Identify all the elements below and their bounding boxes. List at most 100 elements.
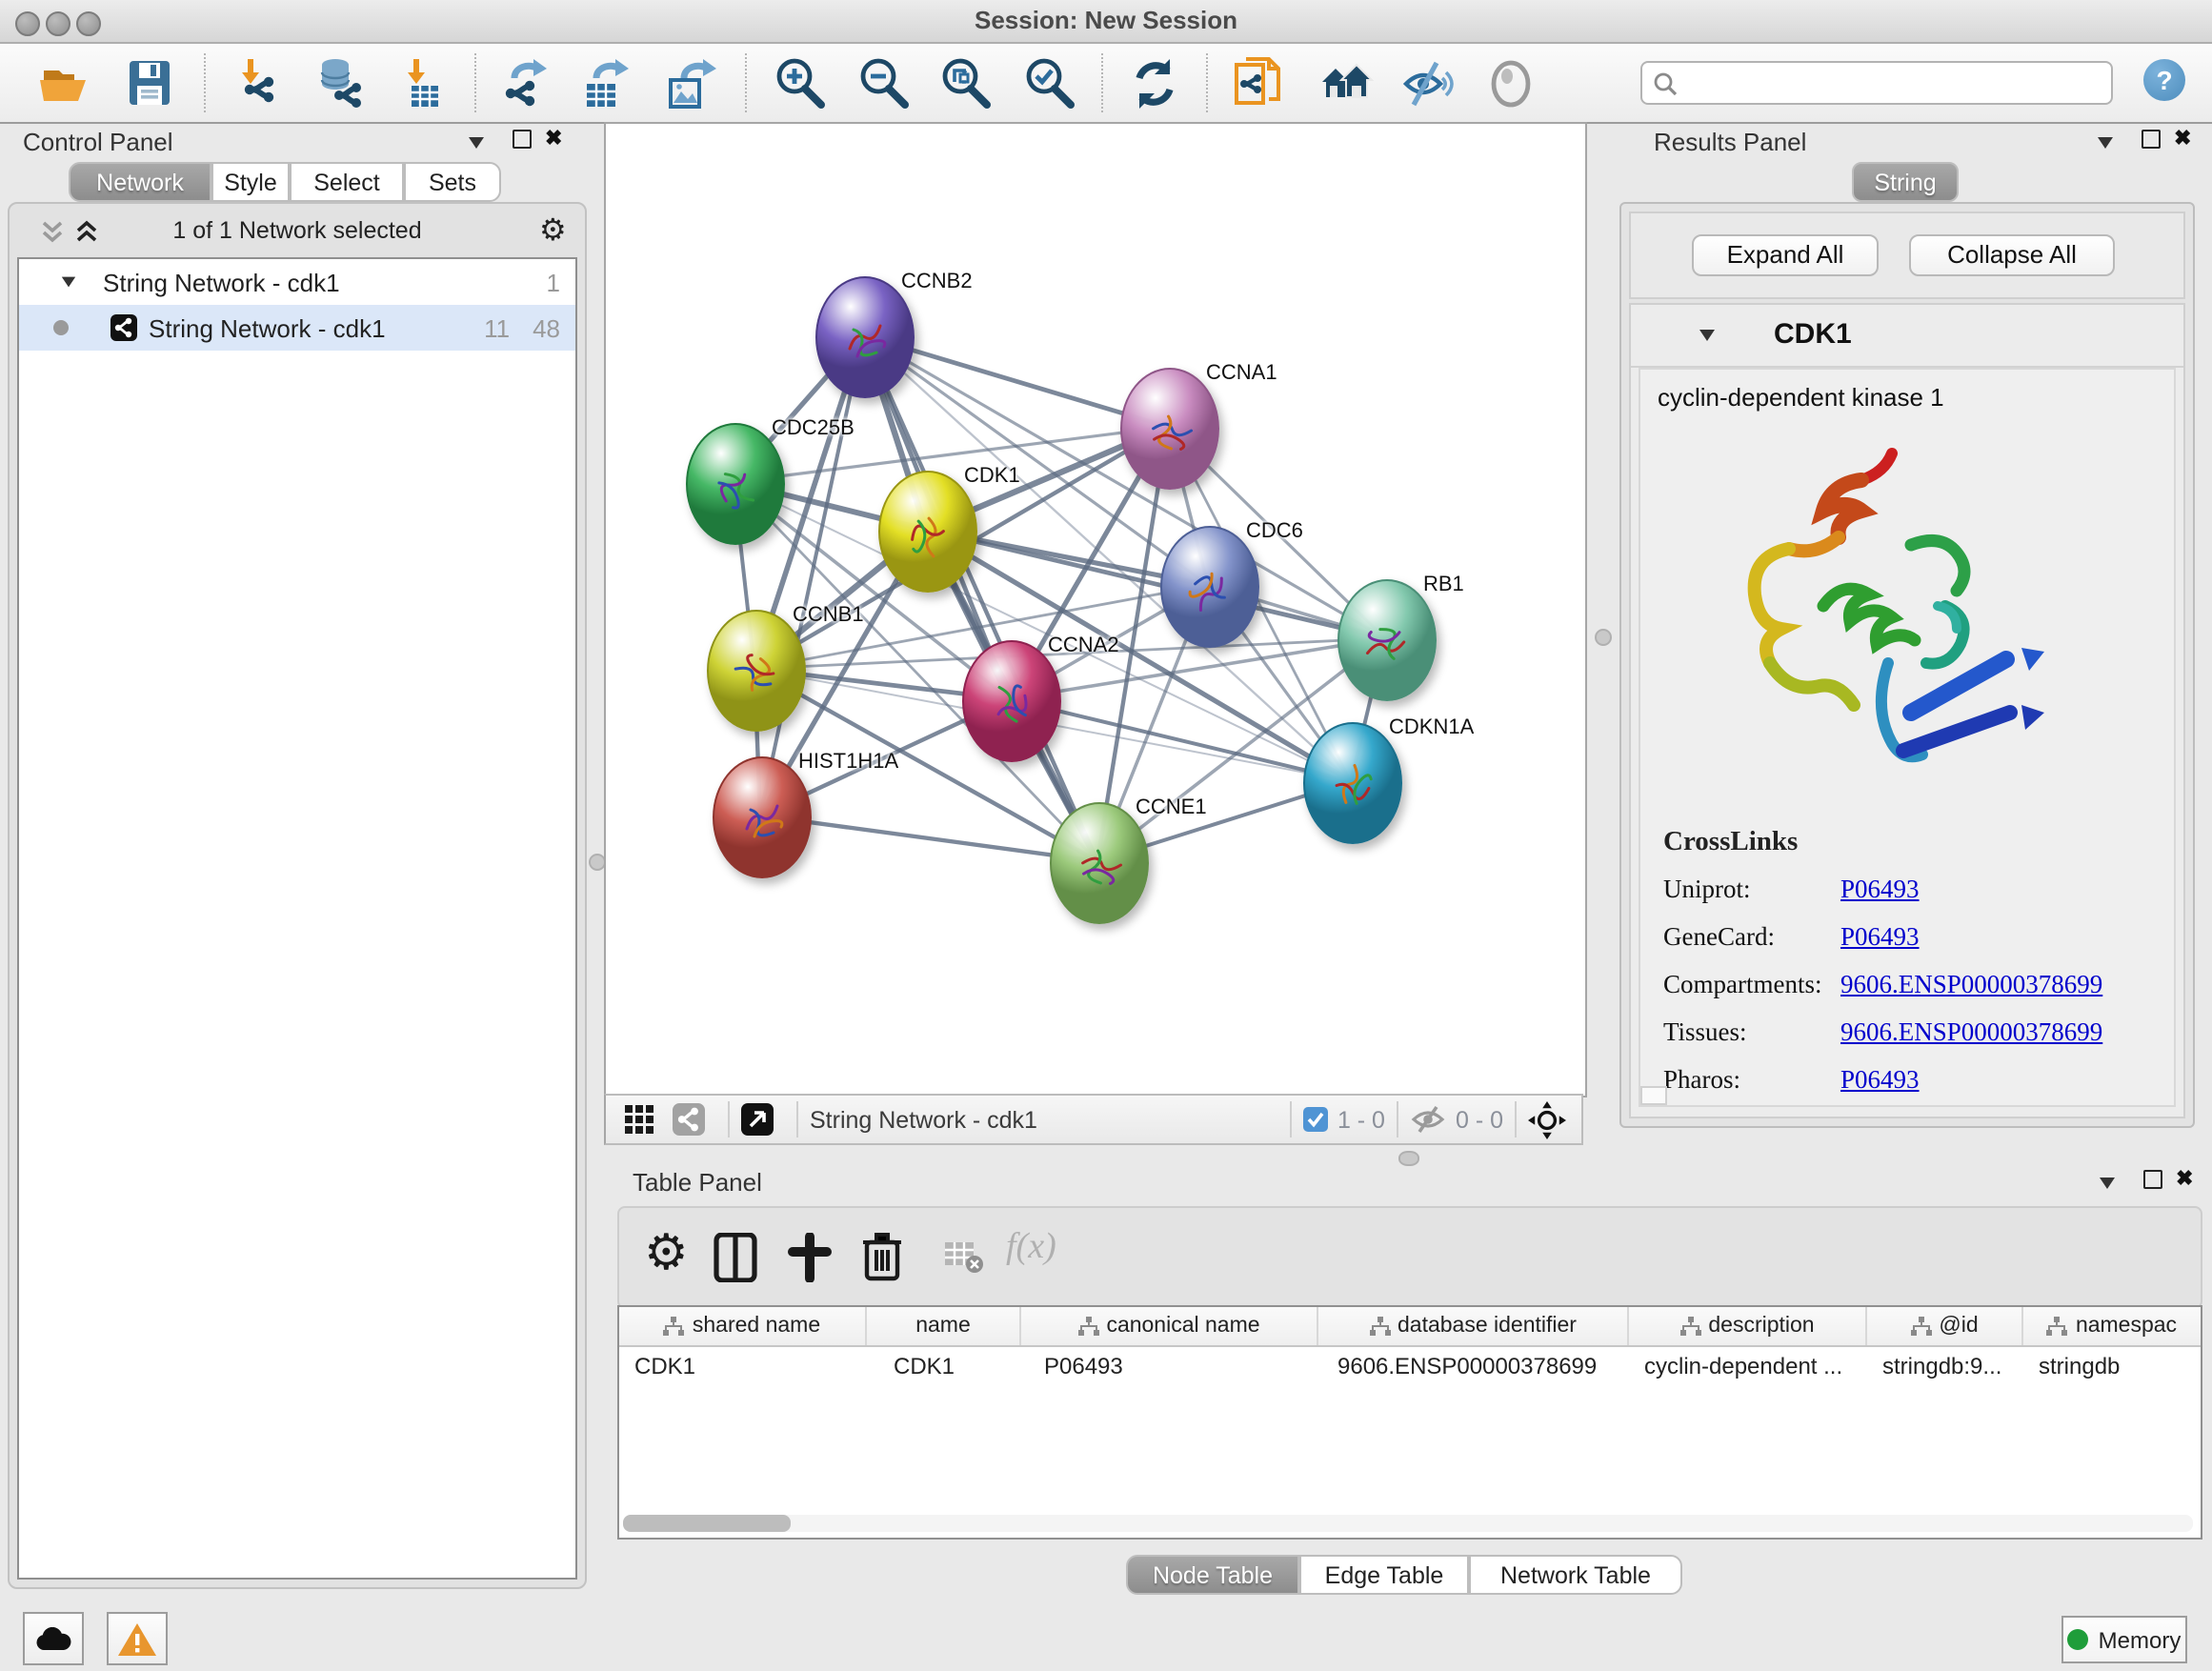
network-node-ccna2[interactable]	[962, 640, 1061, 762]
collapse-all-button[interactable]: Collapse All	[1909, 234, 2115, 276]
help-icon[interactable]: ?	[2143, 59, 2185, 101]
warning-status-button[interactable]	[107, 1612, 168, 1665]
crosslink-link[interactable]: P06493	[1840, 875, 1920, 905]
network-canvas[interactable]: CCNB2CCNA1CDC25BCDK1CDC6RB1CCNB1CCNA2CDK…	[604, 122, 1587, 1097]
hide-panels-icon[interactable]	[1398, 55, 1456, 112]
results-panel-float-icon[interactable]	[2098, 137, 2113, 149]
tab-style[interactable]: Style	[211, 162, 290, 202]
result-entry-header[interactable]: CDK1	[1631, 305, 2183, 368]
results-scrollbar-stub[interactable]	[1640, 1086, 1667, 1105]
cell-name[interactable]: CDK1	[867, 1353, 1021, 1379]
detach-view-icon[interactable]	[741, 1103, 774, 1136]
search-input[interactable]	[1684, 68, 2111, 98]
network-options-gear-icon[interactable]: ⚙	[539, 211, 567, 250]
cloud-status-button[interactable]	[23, 1612, 84, 1665]
import-table-icon[interactable]	[394, 55, 452, 112]
tab-select[interactable]: Select	[290, 162, 404, 202]
import-network-file-icon[interactable]	[229, 55, 286, 112]
column-header[interactable]: description	[1629, 1307, 1867, 1345]
share-document-icon[interactable]	[1231, 55, 1288, 112]
create-column-icon[interactable]	[787, 1233, 833, 1282]
save-session-icon[interactable]	[122, 55, 179, 112]
network-list-view-icon[interactable]	[673, 1103, 705, 1136]
home-icon[interactable]	[1317, 55, 1374, 112]
table-scrollbar-thumb[interactable]	[623, 1515, 791, 1532]
network-node-cdk1[interactable]	[878, 471, 977, 593]
show-panel-icon[interactable]	[1482, 55, 1539, 112]
export-image-icon[interactable]	[661, 55, 718, 112]
results-panel-close-icon[interactable]: ✖	[2174, 130, 2191, 149]
table-settings-gear-icon[interactable]: ⚙	[644, 1223, 689, 1282]
selected-checkbox-icon[interactable]	[1303, 1107, 1328, 1132]
crosslink-link[interactable]: 9606.ENSP00000378699	[1840, 970, 2102, 1000]
network-node-cdkn1a[interactable]	[1303, 722, 1402, 844]
zoom-fit-icon[interactable]	[937, 55, 995, 112]
network-node-hist1h1a[interactable]	[713, 756, 812, 878]
table-panel-close-icon[interactable]: ✖	[2176, 1170, 2193, 1189]
crosslink-link[interactable]: P06493	[1840, 1065, 1920, 1096]
table-panel-float-icon[interactable]	[2100, 1178, 2115, 1189]
expand-all-button[interactable]: Expand All	[1692, 234, 1879, 276]
right-splitter-handle[interactable]	[1595, 629, 1612, 646]
tab-node-table[interactable]: Node Table	[1126, 1555, 1299, 1595]
cell-id[interactable]: stringdb:9...	[1867, 1353, 2023, 1379]
column-header[interactable]: namespac	[2023, 1307, 2201, 1345]
close-window-icon[interactable]	[15, 11, 40, 36]
column-header[interactable]: name	[867, 1307, 1021, 1345]
minimize-window-icon[interactable]	[46, 11, 70, 36]
control-panel-close-icon[interactable]: ✖	[545, 130, 562, 149]
hidden-eye-icon[interactable]	[1410, 1105, 1446, 1134]
export-table-icon[interactable]	[577, 55, 634, 112]
tree-collapse-icon[interactable]	[62, 277, 75, 288]
cell-canonical-name[interactable]: P06493	[1021, 1353, 1318, 1379]
zoom-in-icon[interactable]	[772, 55, 829, 112]
table-panel-maximize-icon[interactable]	[2143, 1170, 2162, 1189]
delete-column-icon[interactable]	[859, 1231, 905, 1282]
pan-crosshair-icon[interactable]	[1528, 1100, 1566, 1138]
column-header[interactable]: database identifier	[1318, 1307, 1629, 1345]
import-network-database-icon[interactable]	[311, 55, 368, 112]
export-network-icon[interactable]	[495, 55, 553, 112]
column-header[interactable]: canonical name	[1021, 1307, 1318, 1345]
network-node-ccne1[interactable]	[1050, 802, 1149, 924]
refresh-icon[interactable]	[1126, 55, 1183, 112]
cell-database-identifier[interactable]: 9606.ENSP00000378699	[1318, 1353, 1629, 1379]
entry-collapse-icon[interactable]	[1699, 330, 1715, 341]
tab-edge-table[interactable]: Edge Table	[1299, 1555, 1469, 1595]
column-header[interactable]: @id	[1867, 1307, 2023, 1345]
tab-network[interactable]: Network	[69, 162, 211, 202]
network-edge[interactable]	[760, 335, 863, 815]
memory-button[interactable]: Memory	[2061, 1616, 2187, 1663]
function-builder-icon[interactable]: f(x)	[1006, 1227, 1056, 1269]
zoom-out-icon[interactable]	[855, 55, 913, 112]
crosslink-link[interactable]: 9606.ENSP00000378699	[1840, 1017, 2102, 1048]
clear-table-icon[interactable]	[943, 1240, 985, 1275]
network-node-ccnb1[interactable]	[707, 610, 806, 732]
cell-namespace[interactable]: stringdb	[2023, 1353, 2201, 1379]
control-panel-maximize-icon[interactable]	[513, 130, 532, 149]
results-panel-maximize-icon[interactable]	[2142, 130, 2161, 149]
network-node-ccna1[interactable]	[1120, 368, 1219, 490]
tab-network-table[interactable]: Network Table	[1469, 1555, 1682, 1595]
cell-shared-name[interactable]: CDK1	[619, 1353, 867, 1379]
network-node-cdc6[interactable]	[1160, 526, 1259, 648]
tab-string[interactable]: String	[1852, 162, 1959, 202]
table-horizontal-scrollbar[interactable]	[623, 1515, 2193, 1532]
column-header[interactable]: shared name	[619, 1307, 867, 1345]
show-columns-icon[interactable]	[713, 1233, 758, 1282]
control-panel-float-icon[interactable]	[469, 137, 484, 149]
tab-sets[interactable]: Sets	[404, 162, 501, 202]
network-tree-root-row[interactable]: String Network - cdk1 1	[19, 259, 575, 305]
network-node-rb1[interactable]	[1337, 579, 1437, 701]
grid-view-icon[interactable]	[623, 1103, 655, 1136]
table-row[interactable]: CDK1 CDK1 P06493 9606.ENSP00000378699 cy…	[619, 1347, 2201, 1385]
crosslink-link[interactable]: P06493	[1840, 922, 1920, 953]
network-node-cdc25b[interactable]	[686, 423, 785, 545]
zoom-window-icon[interactable]	[76, 11, 101, 36]
open-session-icon[interactable]	[36, 55, 93, 112]
network-edge[interactable]	[863, 335, 1097, 861]
cell-description[interactable]: cyclin-dependent ...	[1629, 1353, 1867, 1379]
zoom-selected-icon[interactable]	[1021, 55, 1078, 112]
network-node-ccnb2[interactable]	[815, 276, 915, 398]
network-tree-child-row[interactable]: String Network - cdk1 11 48	[19, 305, 575, 351]
